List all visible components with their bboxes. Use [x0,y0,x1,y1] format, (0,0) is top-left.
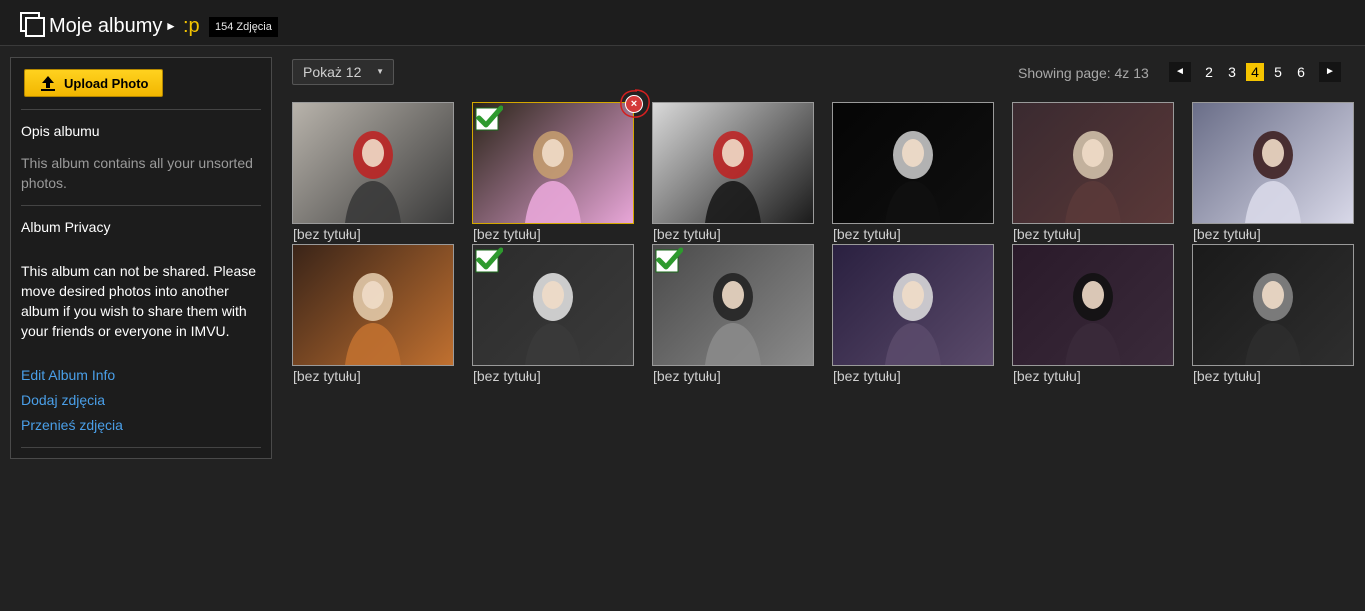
caret-down-icon: ▼ [376,67,384,76]
page-link-4-current[interactable]: 4 [1246,63,1264,81]
photo-count-badge: 154 Zdjęcia [209,17,278,37]
checkmark-icon[interactable] [475,247,503,273]
next-page-button[interactable]: ► [1319,62,1341,82]
upload-photo-label: Upload Photo [64,75,149,91]
photo-thumbnail[interactable] [292,244,454,366]
photo-thumbnail[interactable] [292,102,454,224]
photo-thumbnail[interactable] [1192,102,1354,224]
photo-thumbnail[interactable] [1012,102,1174,224]
photo-item[interactable]: [bez tytułu] [1012,102,1174,243]
album-privacy-heading: Album Privacy [21,219,111,235]
photo-image [1065,273,1121,365]
move-photos-link[interactable]: Przenieś zdjęcia [21,415,266,435]
photo-image [345,273,401,365]
album-stack-icon [20,12,45,37]
photo-image [705,131,761,223]
page-link-6[interactable]: 6 [1292,63,1310,81]
prev-page-button[interactable]: ◄ [1169,62,1191,82]
photo-item[interactable]: [bez tytułu] [292,244,454,385]
photo-item[interactable]: [bez tytułu] [832,244,994,385]
edit-album-info-link[interactable]: Edit Album Info [21,365,266,385]
page-link-2[interactable]: 2 [1200,63,1218,81]
add-photos-link[interactable]: Dodaj zdjęcia [21,390,266,410]
breadcrumb-arrow-icon: ► [165,19,177,33]
album-description-text: This album contains all your unsorted ph… [21,155,253,191]
photo-thumbnail[interactable] [652,102,814,224]
photo-thumbnail[interactable] [832,244,994,366]
photo-caption: [bez tytułu] [1013,368,1081,384]
photo-caption: [bez tytułu] [653,368,721,384]
show-per-page-select[interactable]: Pokaż 12 ▼ [292,59,394,85]
showing-page-text: Showing page: 4z 13 [1018,65,1149,81]
photo-caption: [bez tytułu] [1193,226,1261,242]
photo-image [1245,273,1301,365]
photo-item[interactable]: [bez tytułu] [472,244,634,385]
sidebar-divider [21,447,261,448]
photo-item[interactable]: [bez tytułu] [1192,244,1354,385]
sidebar-divider [21,205,261,206]
photo-caption: [bez tytułu] [473,368,541,384]
photo-thumbnail[interactable] [1192,244,1354,366]
photo-caption: [bez tytułu] [293,368,361,384]
photo-caption: [bez tytułu] [833,368,901,384]
upload-icon [41,76,55,91]
photo-caption: [bez tytułu] [1193,368,1261,384]
photo-image [885,131,941,223]
photo-image [885,273,941,365]
photo-caption: [bez tytułu] [833,226,901,242]
album-privacy-text: This album can not be shared. Please mov… [21,263,257,339]
page-link-5[interactable]: 5 [1269,63,1287,81]
photo-caption: [bez tytułu] [473,226,541,242]
delete-photo-icon[interactable]: × [625,95,643,113]
show-per-page-value: Pokaż 12 [303,64,362,80]
photo-image [1245,131,1301,223]
photo-thumbnail[interactable] [1012,244,1174,366]
photo-item[interactable]: [bez tytułu] [1012,244,1174,385]
photo-thumbnail[interactable] [472,102,634,224]
photo-caption: [bez tytułu] [293,226,361,242]
photo-thumbnail[interactable] [652,244,814,366]
page-link-3[interactable]: 3 [1223,63,1241,81]
album-description-heading: Opis albumu [21,123,100,139]
photo-item[interactable]: [bez tytułu] [472,102,634,243]
photo-item[interactable]: [bez tytułu] [292,102,454,243]
album-name: :p [183,15,200,37]
photo-image [1065,131,1121,223]
page-header: Moje albumy ► :p 154 Zdjęcia [0,0,1365,46]
checkmark-icon[interactable] [475,105,503,131]
photo-image [345,131,401,223]
photo-caption: [bez tytułu] [1013,226,1081,242]
photo-thumbnail[interactable] [472,244,634,366]
photo-caption: [bez tytułu] [653,226,721,242]
photo-thumbnail[interactable] [832,102,994,224]
checkmark-icon[interactable] [655,247,683,273]
album-sidebar: Upload Photo Opis albumu This album cont… [10,57,272,459]
photo-item[interactable]: [bez tytułu] [832,102,994,243]
sidebar-divider [21,109,261,110]
upload-photo-button[interactable]: Upload Photo [24,69,163,97]
photo-item[interactable]: [bez tytułu] [1192,102,1354,243]
photo-item[interactable]: [bez tytułu] [652,244,814,385]
photo-item[interactable]: [bez tytułu] [652,102,814,243]
page-title[interactable]: Moje albumy [49,14,162,38]
